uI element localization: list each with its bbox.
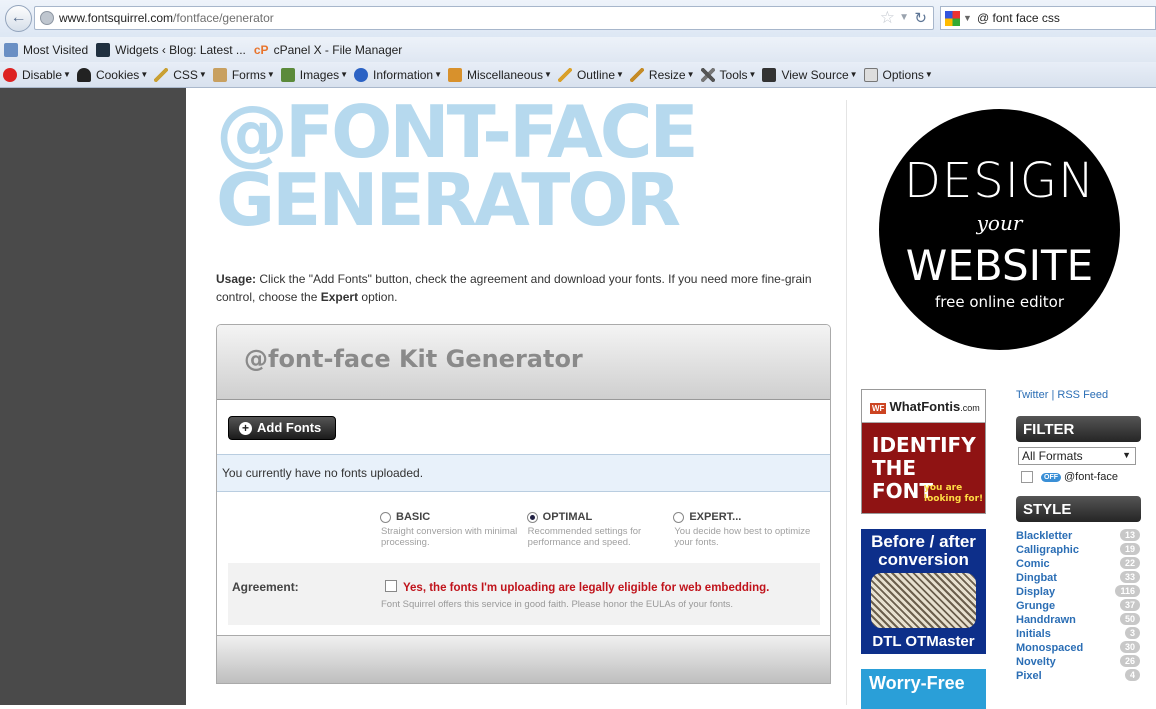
wd-outline[interactable]: Outline ▼ bbox=[557, 67, 624, 82]
navigation-bar: ← www.fontsquirrel.com/fontface/generato… bbox=[0, 0, 1156, 37]
bookmarks-toolbar: Most Visited Widgets ‹ Blog: Latest ... … bbox=[0, 37, 1156, 62]
mode-expert[interactable]: EXPERT... You decide how best to optimiz… bbox=[673, 511, 820, 548]
globe-icon bbox=[40, 11, 54, 25]
style-item[interactable]: Blackletter 13 bbox=[1016, 529, 1141, 543]
style-item[interactable]: Grunge 37 bbox=[1016, 599, 1141, 613]
forms-icon bbox=[212, 67, 227, 82]
usage-text: Usage: Click the "Add Fonts" button, che… bbox=[216, 272, 812, 304]
wd-resize[interactable]: Resize ▼ bbox=[629, 67, 695, 82]
whatfontis-logo-icon: WF bbox=[870, 403, 887, 414]
off-toggle-icon[interactable]: OFF bbox=[1041, 472, 1061, 482]
view-source-icon bbox=[762, 67, 777, 82]
wd-options[interactable]: Options ▼ bbox=[863, 67, 933, 82]
select-arrow-icon: ▼ bbox=[1122, 450, 1131, 460]
kit-footer bbox=[217, 635, 830, 683]
bookmark-cpanel[interactable]: cP cPanel X - File Manager bbox=[254, 43, 402, 57]
wd-images[interactable]: Images ▼ bbox=[280, 67, 348, 82]
bookmark-widgets[interactable]: Widgets ‹ Blog: Latest ... bbox=[96, 42, 246, 57]
url-dropdown-icon[interactable]: ▼ bbox=[899, 12, 909, 23]
cpanel-icon: cP bbox=[253, 42, 269, 57]
wd-forms[interactable]: Forms ▼ bbox=[212, 67, 275, 82]
web-developer-toolbar: Disable ▼ Cookies ▼ CSS ▼ Forms ▼ Images ▼ In… bbox=[0, 62, 1156, 88]
cookies-icon bbox=[76, 67, 91, 82]
fontface-checkbox[interactable] bbox=[1021, 471, 1033, 483]
disable-icon bbox=[3, 67, 17, 82]
search-engine-dropdown-icon[interactable]: ▼ bbox=[963, 13, 972, 23]
wd-css[interactable]: CSS ▼ bbox=[154, 67, 207, 82]
reload-icon[interactable]: ↻ bbox=[914, 9, 927, 27]
wd-disable[interactable]: Disable ▼ bbox=[3, 67, 71, 82]
mode-optimal[interactable]: OPTIMAL Recommended settings for perform… bbox=[526, 511, 674, 548]
mode-options: BASIC Straight conversion with minimal p… bbox=[380, 511, 820, 548]
column-divider bbox=[846, 100, 847, 705]
right-sidebar: Twitter | RSS Feed FILTER All Formats ▼ O… bbox=[1016, 389, 1141, 683]
address-bar[interactable]: www.fontsquirrel.com/fontface/generator … bbox=[34, 6, 934, 30]
options-icon bbox=[863, 67, 878, 82]
no-fonts-message: You currently have no fonts uploaded. bbox=[217, 454, 830, 492]
style-item[interactable]: Novelty 26 bbox=[1016, 655, 1141, 669]
whatfontis-ad[interactable]: WF WhatFontis.com IDENTIFY THE FONT you a… bbox=[861, 389, 986, 514]
style-item[interactable]: Display 116 bbox=[1016, 585, 1141, 599]
css-icon bbox=[154, 67, 169, 82]
wd-miscellaneous[interactable]: Miscellaneous ▼ bbox=[448, 67, 552, 82]
agreement-checkbox[interactable] bbox=[385, 580, 397, 592]
design-your-website-ad[interactable]: DESIGN your WEBSITE free online editor bbox=[879, 109, 1120, 350]
agreement-text[interactable]: Yes, the fonts I'm uploading are legally… bbox=[403, 582, 769, 594]
bookmark-most-visited[interactable]: Most Visited bbox=[4, 42, 88, 57]
bookmark-star-icon[interactable]: ☆ bbox=[880, 8, 895, 28]
page-title-line-1: @FONT-FACE bbox=[216, 90, 699, 174]
resize-icon bbox=[629, 67, 644, 82]
engraving-image bbox=[871, 573, 976, 628]
agreement-subtext: Font Squirrel offers this service in goo… bbox=[381, 599, 734, 610]
rss-feed-link[interactable]: RSS Feed bbox=[1057, 389, 1108, 401]
basic-radio[interactable] bbox=[380, 511, 391, 523]
fontface-filter[interactable]: OFF @font-face bbox=[1021, 471, 1141, 483]
worry-free-ad[interactable]: Worry-Free bbox=[861, 669, 986, 709]
add-fonts-button[interactable]: + Add Fonts bbox=[228, 416, 336, 440]
page-title: @FONT-FACE GENERATOR bbox=[216, 90, 699, 242]
back-button[interactable]: ← bbox=[5, 5, 32, 32]
wd-cookies[interactable]: Cookies ▼ bbox=[76, 67, 148, 82]
page-title-line-2: GENERATOR bbox=[216, 158, 681, 242]
information-icon bbox=[354, 67, 369, 82]
google-icon[interactable] bbox=[945, 11, 960, 26]
wd-information[interactable]: Information ▼ bbox=[354, 67, 442, 82]
images-icon bbox=[280, 67, 295, 82]
otmaster-ad[interactable]: Before / after conversion DTL OTMaster bbox=[861, 529, 986, 654]
style-item[interactable]: Comic 22 bbox=[1016, 557, 1141, 571]
mode-basic[interactable]: BASIC Straight conversion with minimal p… bbox=[380, 511, 527, 548]
agreement-label: Agreement: bbox=[232, 580, 299, 594]
agreement-row: Agreement: Yes, the fonts I'm uploading … bbox=[228, 563, 820, 625]
widgets-icon bbox=[96, 42, 111, 57]
optimal-radio[interactable] bbox=[526, 511, 538, 523]
kit-generator-panel: @font-face Kit Generator + Add Fonts You … bbox=[216, 324, 831, 684]
wd-tools[interactable]: Tools ▼ bbox=[700, 67, 756, 82]
style-item[interactable]: Monospaced 30 bbox=[1016, 641, 1141, 655]
search-bar[interactable]: ▼ @ font face css bbox=[940, 6, 1156, 30]
style-item[interactable]: Initials 3 bbox=[1016, 627, 1141, 641]
style-item[interactable]: Calligraphic 19 bbox=[1016, 543, 1141, 557]
style-list: Blackletter 13 Calligraphic 19 Comic 22 Din… bbox=[1016, 529, 1141, 683]
wd-view-source[interactable]: View Source ▼ bbox=[762, 67, 858, 82]
format-select[interactable]: All Formats ▼ bbox=[1018, 447, 1136, 465]
ad-column: WF WhatFontis.com IDENTIFY THE FONT you a… bbox=[861, 389, 986, 709]
most-visited-icon bbox=[4, 42, 18, 57]
filter-heading: FILTER bbox=[1016, 416, 1141, 442]
expert-radio[interactable] bbox=[673, 511, 685, 523]
miscellaneous-icon bbox=[448, 67, 462, 82]
style-item[interactable]: Dingbat 33 bbox=[1016, 571, 1141, 585]
url-text[interactable]: www.fontsquirrel.com/fontface/generator bbox=[59, 11, 274, 25]
style-heading: STYLE bbox=[1016, 496, 1141, 522]
plus-icon: + bbox=[239, 422, 252, 435]
style-item[interactable]: Pixel 4 bbox=[1016, 669, 1141, 683]
kit-title: @font-face Kit Generator bbox=[217, 325, 830, 400]
style-item[interactable]: Handdrawn 50 bbox=[1016, 613, 1141, 627]
twitter-link[interactable]: Twitter bbox=[1016, 389, 1048, 401]
left-gutter bbox=[0, 88, 186, 705]
search-query[interactable]: @ font face css bbox=[977, 11, 1060, 25]
tools-icon bbox=[700, 67, 715, 82]
outline-icon bbox=[557, 67, 572, 82]
